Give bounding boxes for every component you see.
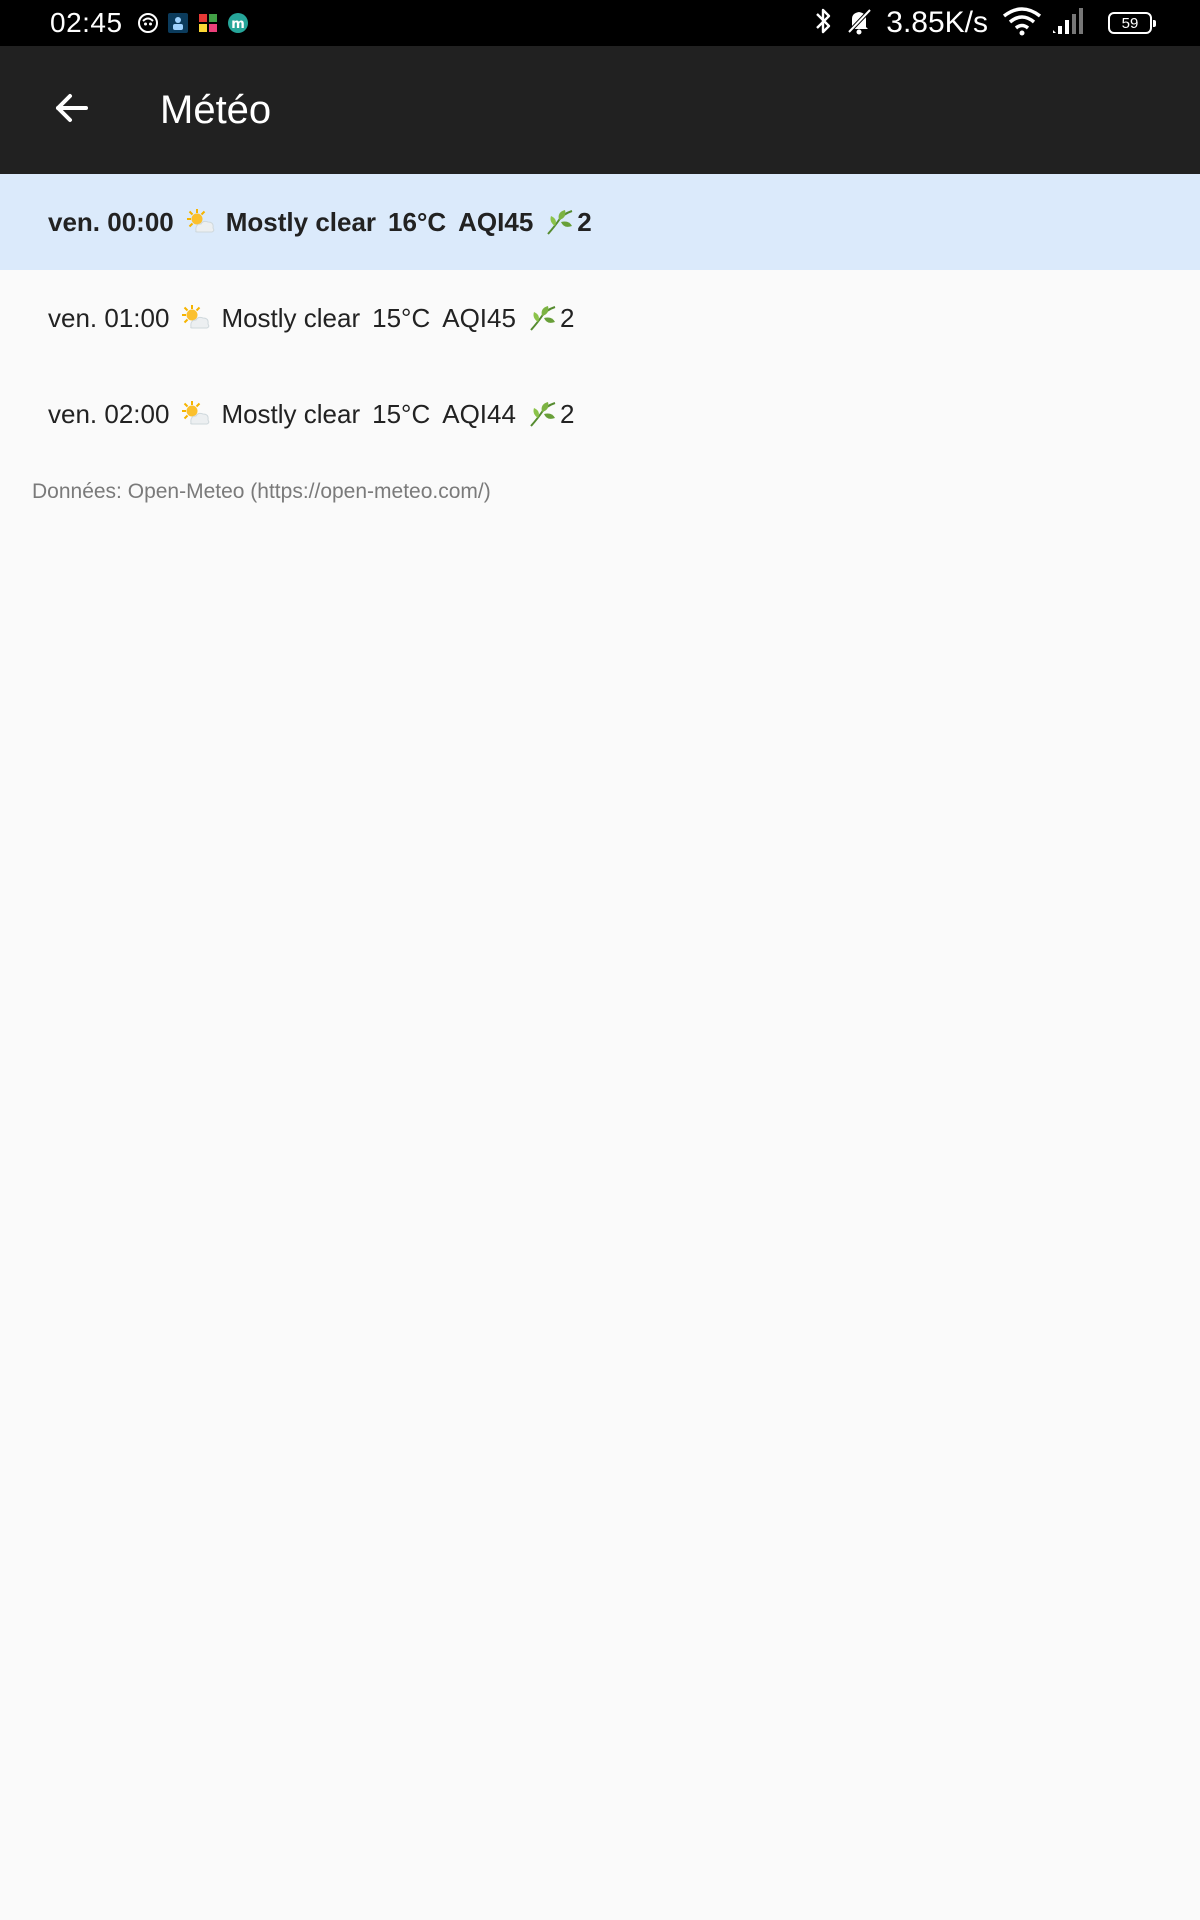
arrow-left-icon [52,88,92,133]
forecast-temperature: 15°C [372,398,431,429]
network-speed: 3.85K/s [886,6,988,39]
bell-muted-icon [844,6,874,41]
status-bar-left: 02:45 m [50,0,249,46]
leaf-icon [545,208,575,236]
app-bar: Météo [0,46,1200,174]
status-bar-right: 3.85K/s 59 [812,0,1156,46]
wifi-icon [1002,6,1042,41]
battery-level: 59 [1121,14,1139,32]
status-time: 02:45 [50,7,123,38]
app-icon-3 [197,12,219,34]
forecast-condition: Mostly clear [221,302,361,333]
forecast-temperature: 15°C [372,302,431,333]
forecast-pollen: 2 [559,398,575,429]
status-bar: 02:45 m 3.85K/s 59 [0,0,1200,46]
data-attribution: Données: Open-Meteo (https://open-meteo.… [32,480,491,503]
signal-icon [1052,6,1092,41]
sun-behind-cloud-icon [186,208,216,236]
page-title: Météo [160,88,272,132]
forecast-time: ven. 01:00 [48,302,170,333]
forecast-aqi: AQI45 [458,206,534,237]
app-icon-4: m [227,12,249,34]
leaf-icon [528,400,558,428]
forecast-aqi: AQI45 [442,302,516,333]
forecast-temperature: 16°C [388,206,447,237]
forecast-condition: Mostly clear [221,398,361,429]
forecast-aqi: AQI44 [442,398,516,429]
bluetooth-icon [812,6,834,41]
forecast-list: ven. 00:00 Mostly clear 16°C AQI45 2 ven… [0,174,1200,462]
leaf-icon [528,304,558,332]
back-button[interactable] [40,78,104,142]
forecast-pollen: 2 [577,206,592,237]
forecast-time: ven. 00:00 [48,206,174,237]
forecast-condition: Mostly clear [225,206,377,237]
svg-text:m: m [231,17,245,32]
forecast-time: ven. 02:00 [48,398,170,429]
forecast-pollen: 2 [559,302,575,333]
app-icon-2 [167,12,189,34]
battery-icon: 59 [1108,12,1156,34]
forecast-row[interactable]: ven. 02:00 Mostly clear 15°C AQI44 2 [0,366,1200,462]
forecast-row[interactable]: ven. 00:00 Mostly clear 16°C AQI45 2 [0,174,1200,270]
sun-behind-cloud-icon [181,304,211,332]
forecast-row[interactable]: ven. 01:00 Mostly clear 15°C AQI45 2 [0,270,1200,366]
app-icon-1 [137,12,159,34]
sun-behind-cloud-icon [181,400,211,428]
